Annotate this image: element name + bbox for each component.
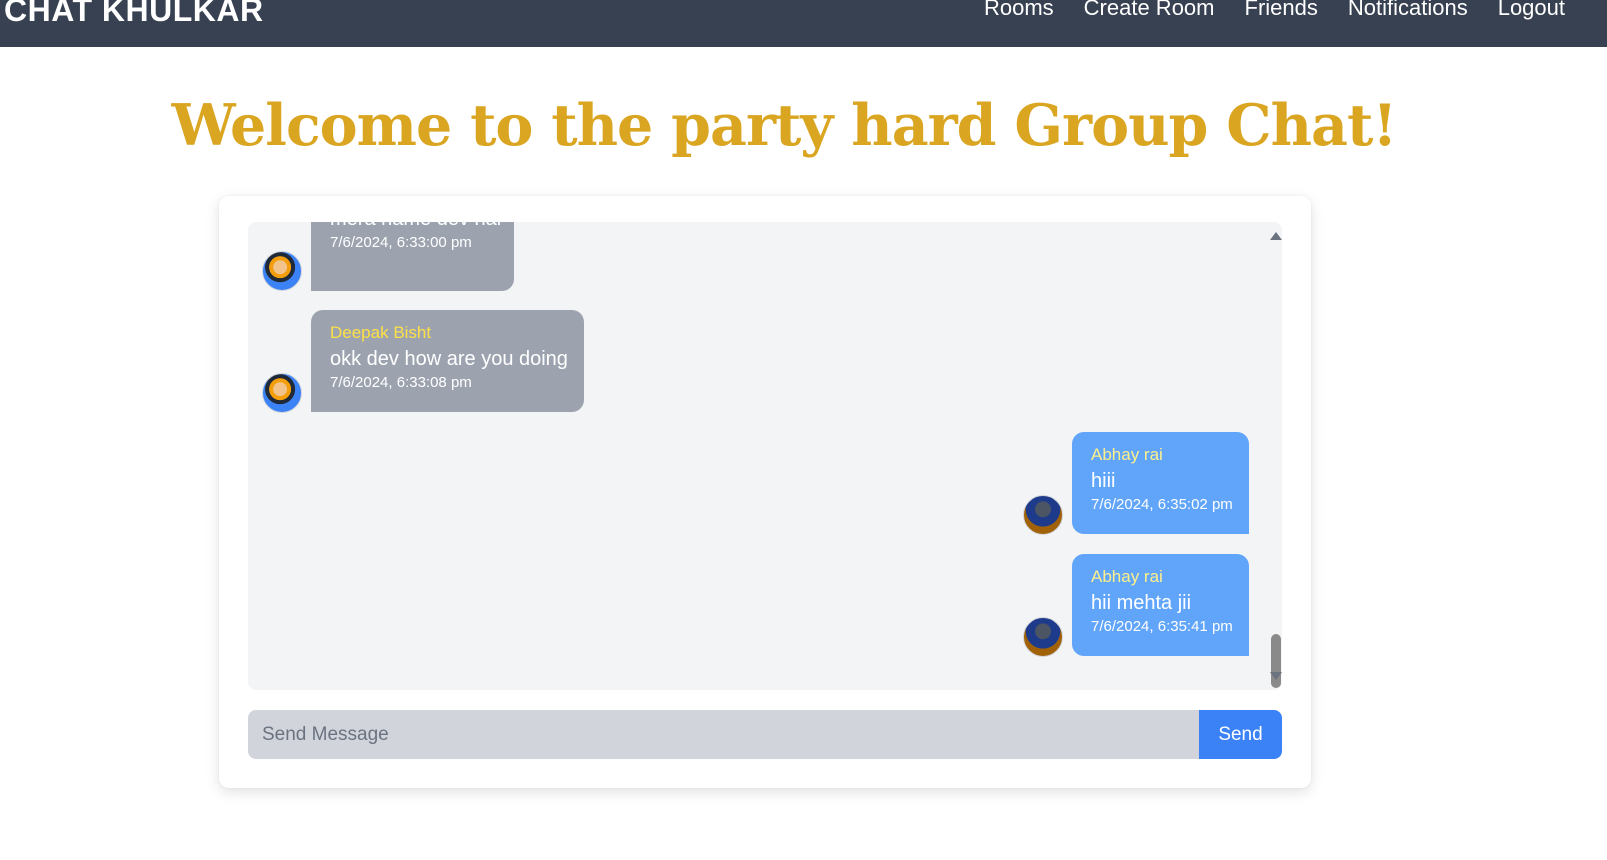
message-time: 7/6/2024, 6:35:41 pm bbox=[1091, 618, 1233, 635]
naruto-avatar bbox=[262, 251, 302, 291]
message-text: okk dev how are you doing bbox=[330, 348, 568, 370]
message-bubble: Abhay rai hiii 7/6/2024, 6:35:02 pm bbox=[1072, 432, 1249, 534]
nav-links: Rooms Create Room Friends Notifications … bbox=[984, 0, 1565, 25]
send-button[interactable]: Send bbox=[1199, 710, 1282, 759]
nav-notifications[interactable]: Notifications bbox=[1348, 0, 1468, 25]
navbar: CHAT KHULKAR Rooms Create Room Friends N… bbox=[0, 0, 1607, 47]
nav-create-room[interactable]: Create Room bbox=[1084, 0, 1215, 25]
user-photo-avatar bbox=[1023, 495, 1063, 535]
message-text: hii mehta jii bbox=[1091, 592, 1192, 614]
message-input[interactable] bbox=[248, 710, 1200, 759]
message-time: 7/6/2024, 6:33:00 pm bbox=[330, 234, 472, 251]
messages-panel[interactable]: mera name dev hai 7/6/2024, 6:33:00 pm D… bbox=[248, 222, 1282, 690]
brand-logo[interactable]: CHAT KHULKAR bbox=[4, 0, 264, 30]
message-time: 7/6/2024, 6:33:08 pm bbox=[330, 374, 472, 391]
chat-card: mera name dev hai 7/6/2024, 6:33:00 pm D… bbox=[219, 196, 1311, 788]
message-composer: Send bbox=[248, 710, 1282, 759]
user-photo-avatar bbox=[1023, 617, 1063, 657]
nav-logout[interactable]: Logout bbox=[1498, 0, 1565, 25]
scroll-down-arrow-icon[interactable] bbox=[1270, 672, 1282, 680]
naruto-avatar bbox=[262, 373, 302, 413]
messages-scrollbar[interactable] bbox=[1266, 222, 1286, 690]
message-sender: Abhay rai bbox=[1091, 567, 1163, 586]
message-text: mera name dev hai bbox=[330, 222, 501, 232]
message-time: 7/6/2024, 6:35:02 pm bbox=[1091, 496, 1233, 513]
scroll-up-arrow-icon[interactable] bbox=[1270, 232, 1282, 240]
message-sender: Deepak Bisht bbox=[330, 323, 432, 342]
nav-friends[interactable]: Friends bbox=[1245, 0, 1318, 25]
message-text: hiii bbox=[1091, 470, 1116, 492]
nav-rooms[interactable]: Rooms bbox=[984, 0, 1054, 25]
message-bubble: Abhay rai hii mehta jii 7/6/2024, 6:35:4… bbox=[1072, 554, 1249, 656]
message-bubble: Deepak Bisht okk dev how are you doing 7… bbox=[311, 310, 584, 412]
message-bubble: mera name dev hai 7/6/2024, 6:33:00 pm bbox=[311, 222, 514, 291]
page-title: Welcome to the party hard Group Chat! bbox=[171, 92, 1398, 159]
message-sender: Abhay rai bbox=[1091, 445, 1163, 464]
